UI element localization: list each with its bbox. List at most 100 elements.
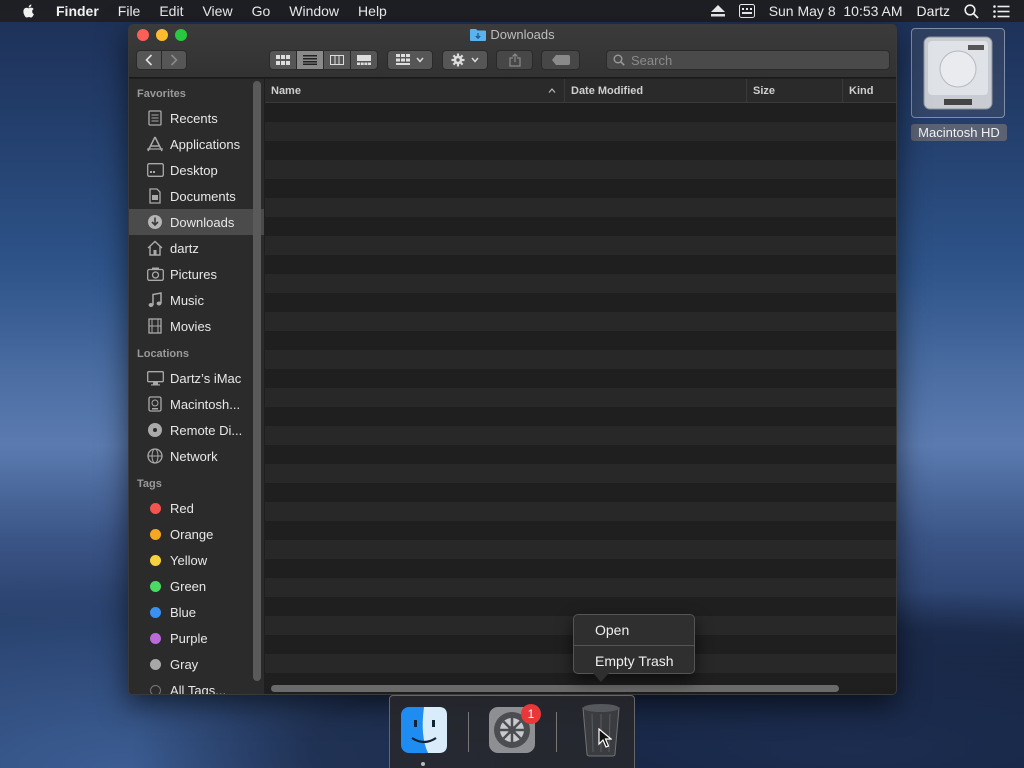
sidebar-item-documents[interactable]: Documents (129, 183, 264, 209)
sidebar-scrollbar[interactable] (253, 81, 261, 681)
column-view-button[interactable] (324, 51, 351, 69)
sidebar-item-home[interactable]: dartz (129, 235, 264, 261)
music-icon (148, 292, 162, 307)
view-mode-control (269, 50, 378, 70)
tag-icon (551, 55, 570, 65)
sidebar-item-label: dartz (170, 240, 199, 256)
menu-app-finder[interactable]: Finder (56, 3, 99, 19)
list-view-button[interactable] (296, 51, 324, 69)
tag-dot-icon (149, 528, 161, 540)
column-header-name-label: Name (271, 85, 301, 97)
menu-view[interactable]: View (202, 3, 232, 19)
apple-icon[interactable] (20, 3, 38, 19)
downloads-folder-icon (470, 29, 487, 41)
file-list: Name Date Modified Size Kind (265, 79, 896, 694)
search-icon (613, 54, 625, 66)
sidebar-item-desktop[interactable]: Desktop (129, 157, 264, 183)
search-input[interactable] (631, 52, 871, 68)
dock-divider (468, 712, 469, 752)
gallery-view-button[interactable] (351, 51, 378, 69)
sidebar-item-downloads[interactable]: Downloads (129, 209, 264, 235)
sidebar-tag-purple[interactable]: Purple (129, 625, 264, 651)
list-view-icon (302, 55, 317, 65)
column-header-date-label: Date Modified (571, 85, 644, 97)
window-toolbar: Downloads (129, 25, 896, 78)
sidebar-item-label: Purple (170, 630, 208, 646)
action-button[interactable] (442, 50, 488, 70)
column-view-icon (329, 55, 344, 65)
pictures-icon (146, 267, 164, 281)
sidebar-item-movies[interactable]: Movies (129, 313, 264, 339)
sidebar-tag-green[interactable]: Green (129, 573, 264, 599)
share-icon (508, 53, 521, 67)
column-headers: Name Date Modified Size Kind (265, 79, 896, 103)
input-menu-icon[interactable] (738, 4, 755, 18)
desktop-hard-drive[interactable] (911, 28, 1005, 118)
sidebar-tag-yellow[interactable]: Yellow (129, 547, 264, 573)
column-header-kind[interactable]: Kind (843, 79, 896, 103)
column-header-size[interactable]: Size (747, 79, 843, 103)
sidebar-item-music[interactable]: Music (129, 287, 264, 313)
sidebar-tag-red[interactable]: Red (129, 495, 264, 521)
eject-icon[interactable] (710, 5, 725, 17)
menu-item-empty-trash[interactable]: Empty Trash (574, 648, 694, 675)
tag-dot-icon (149, 658, 161, 670)
trash-context-menu: Open Empty Trash (573, 614, 695, 674)
tag-dot-icon (149, 554, 161, 566)
horizontal-scrollbar[interactable] (271, 685, 839, 692)
column-header-date-modified[interactable]: Date Modified (565, 79, 747, 103)
sidebar-tag-orange[interactable]: Orange (129, 521, 264, 547)
sidebar-item-label: Music (170, 292, 204, 308)
menu-item-open[interactable]: Open (574, 617, 694, 644)
share-button[interactable] (496, 50, 533, 70)
menu-bar: Finder File Edit View Go Window Help Sun… (0, 0, 1024, 22)
menu-edit[interactable]: Edit (159, 3, 183, 19)
file-list-rows[interactable] (265, 103, 896, 688)
sidebar-tag-blue[interactable]: Blue (129, 599, 264, 625)
icon-view-button[interactable] (270, 51, 297, 69)
edit-tags-button[interactable] (541, 50, 580, 70)
menu-window[interactable]: Window (289, 3, 339, 19)
applications-icon (147, 136, 163, 152)
sidebar-item-label: Blue (170, 604, 197, 620)
spotlight-icon[interactable] (964, 3, 979, 19)
menu-user[interactable]: Dartz (917, 3, 950, 19)
sidebar-item-all-tags[interactable]: All Tags... (129, 677, 264, 694)
sidebar-item-label: Network (170, 448, 218, 464)
sidebar-header-tags: Tags (137, 478, 162, 490)
notification-center-icon[interactable] (993, 4, 1010, 18)
search-field[interactable] (606, 50, 890, 70)
sidebar-item-pictures[interactable]: Pictures (129, 261, 264, 287)
sidebar-item-label: Macintosh... (170, 396, 241, 412)
sort-ascending-icon (548, 88, 556, 93)
sidebar-item-imac[interactable]: Dartz’s iMac (129, 365, 264, 391)
notification-badge: 1 (521, 704, 541, 724)
column-header-name[interactable]: Name (265, 79, 565, 103)
forward-button[interactable] (162, 51, 187, 69)
finder-running-indicator (421, 762, 425, 766)
menu-go[interactable]: Go (252, 3, 271, 19)
sidebar-item-label: Green (170, 578, 207, 594)
hard-drive-icon (148, 396, 162, 412)
home-icon (147, 240, 163, 256)
sidebar-item-label: Movies (170, 318, 212, 334)
sidebar-item-recents[interactable]: Recents (129, 105, 264, 131)
context-menu-pointer (593, 673, 609, 682)
back-button[interactable] (137, 51, 162, 69)
sidebar-item-remote-disc[interactable]: Remote Di... (129, 417, 264, 443)
sidebar-item-network[interactable]: Network (129, 443, 264, 469)
group-button[interactable] (387, 50, 433, 70)
sidebar-header-locations: Locations (137, 348, 189, 360)
column-header-size-label: Size (753, 85, 776, 97)
sidebar-item-macintosh-hd[interactable]: Macintosh... (129, 391, 264, 417)
sidebar-item-applications[interactable]: Applications (129, 131, 264, 157)
desktop-hard-drive-label[interactable]: Macintosh HD (911, 124, 1007, 141)
sidebar-item-label: Documents (170, 188, 236, 204)
menu-file[interactable]: File (118, 3, 141, 19)
menu-help[interactable]: Help (358, 3, 387, 19)
finder-icon[interactable] (400, 706, 448, 754)
menu-clock[interactable]: Sun May 8 10:53 AM (769, 3, 903, 19)
group-icon (396, 54, 410, 65)
sidebar-item-label: Applications (170, 136, 241, 152)
sidebar-tag-gray[interactable]: Gray (129, 651, 264, 677)
